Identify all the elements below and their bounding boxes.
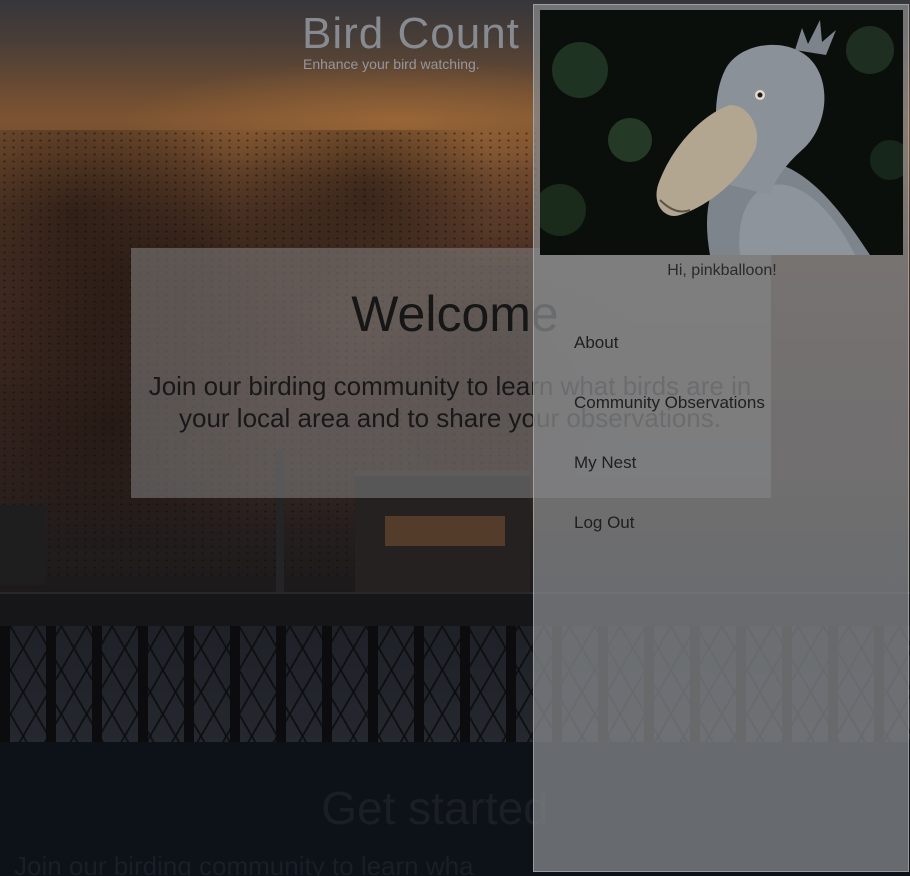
nav-about[interactable]: About	[574, 325, 765, 365]
nav-community-observations[interactable]: Community Observations	[574, 385, 765, 425]
user-greeting: Hi, pinkballoon!	[667, 262, 777, 279]
side-drawer: Hi, pinkballoon! About Community Observa…	[533, 4, 909, 872]
profile-photo	[540, 10, 903, 255]
drawer-nav: About Community Observations My Nest Log…	[574, 325, 765, 565]
shoebill-icon	[540, 10, 903, 255]
nav-my-nest[interactable]: My Nest	[574, 445, 765, 485]
nav-log-out[interactable]: Log Out	[574, 505, 765, 545]
